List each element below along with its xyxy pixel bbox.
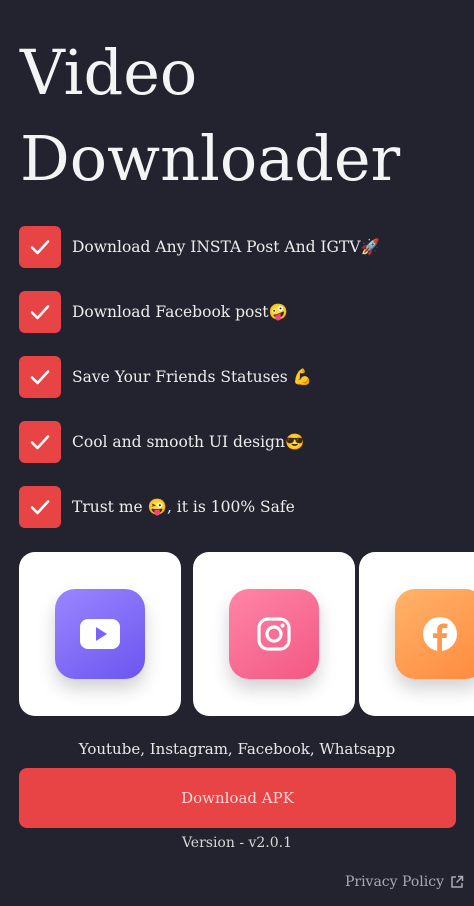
feature-text: Cool and smooth UI design😎: [72, 433, 305, 451]
app-card-facebook[interactable]: [359, 552, 474, 716]
feature-item: Save Your Friends Statuses 💪: [19, 356, 459, 398]
feature-text: Download Facebook post🤪: [72, 303, 288, 321]
app-card-youtube[interactable]: [19, 552, 181, 716]
feature-item: Trust me 😜, it is 100% Safe: [19, 486, 459, 528]
feature-item: Download Facebook post🤪: [19, 291, 459, 333]
instagram-icon: [229, 589, 319, 679]
title-line-1: Video: [20, 36, 198, 109]
checkmark-icon: [19, 356, 61, 398]
feature-list: Download Any INSTA Post And IGTV🚀 Downlo…: [19, 226, 459, 551]
facebook-icon: [395, 589, 474, 679]
app-card-instagram[interactable]: [193, 552, 355, 716]
feature-text: Save Your Friends Statuses 💪: [72, 368, 312, 386]
feature-text: Download Any INSTA Post And IGTV🚀: [72, 238, 380, 256]
app-carousel[interactable]: [19, 552, 474, 716]
download-apk-button[interactable]: Download APK: [19, 768, 456, 828]
checkmark-icon: [19, 226, 61, 268]
youtube-icon: [55, 589, 145, 679]
feature-item: Cool and smooth UI design😎: [19, 421, 459, 463]
privacy-policy-label: Privacy Policy: [344, 874, 444, 890]
feature-item: Download Any INSTA Post And IGTV🚀: [19, 226, 459, 268]
supported-platforms-text: Youtube, Instagram, Facebook, Whatsapp: [78, 740, 396, 758]
page-title: Video Downloader: [20, 30, 400, 202]
external-link-icon: [451, 875, 464, 888]
feature-text: Trust me 😜, it is 100% Safe: [72, 498, 295, 516]
checkmark-icon: [19, 291, 61, 333]
privacy-policy-link[interactable]: Privacy Policy: [345, 874, 464, 890]
checkmark-icon: [19, 486, 61, 528]
title-line-2: Downloader: [20, 122, 401, 195]
checkmark-icon: [19, 421, 61, 463]
version-text: Version - v2.0.1: [181, 835, 293, 847]
